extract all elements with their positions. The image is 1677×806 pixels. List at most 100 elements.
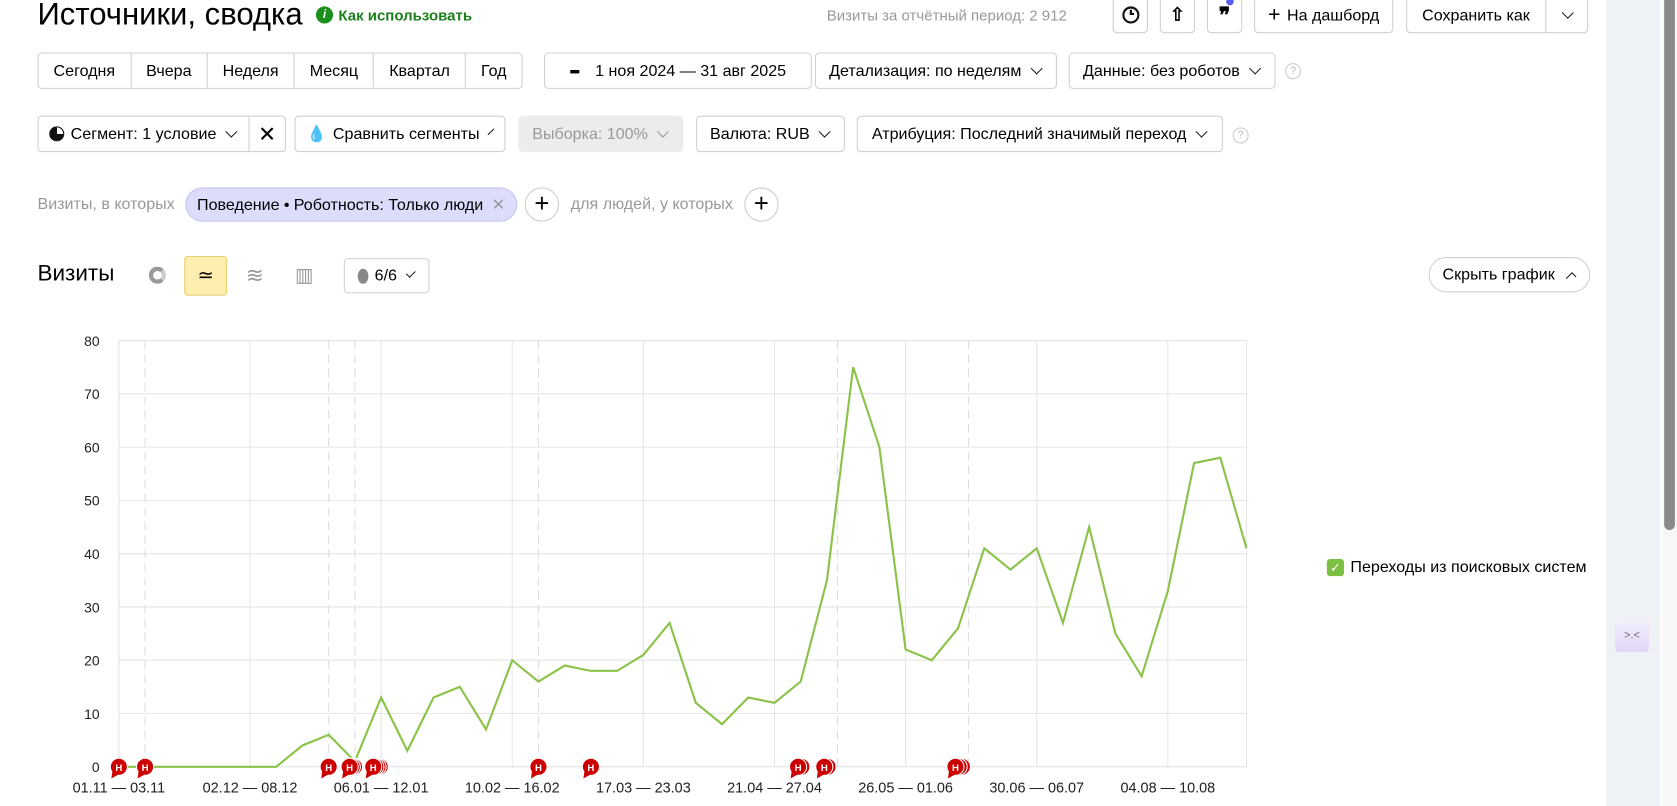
period-0[interactable]: Сегодня [39, 53, 132, 88]
scrollbar-thumb[interactable] [1664, 0, 1675, 531]
pie-icon [49, 126, 65, 142]
legend-label: Переходы из поисковых систем [1350, 557, 1587, 577]
info-icon: i [315, 6, 334, 24]
period-1[interactable]: Вчера [131, 53, 208, 88]
share-button[interactable]: ⇧ [1159, 0, 1196, 34]
period-selector: Сегодня Вчера Неделя Месяц Квартал Год [37, 52, 523, 89]
note-marker-label: Н [535, 763, 542, 774]
comment-icon [357, 268, 369, 284]
y-tick-label: 0 [92, 759, 100, 775]
data-filter-label: Данные: без роботов [1083, 61, 1240, 80]
line-chart-icon: ≃ [197, 264, 214, 286]
save-as-group: Сохранить как [1406, 0, 1588, 34]
x-tick-label: 10.02 — 16.02 [465, 780, 560, 796]
note-marker-label: Н [346, 763, 353, 774]
note-marker-label: Н [115, 763, 122, 774]
right-panel-strip [1606, 0, 1660, 806]
note-marker-label: Н [821, 763, 828, 774]
segment-dropdown[interactable]: Сегмент: 1 условие [39, 116, 250, 151]
plus-icon: + [1268, 2, 1281, 27]
save-as-button[interactable]: Сохранить как [1407, 0, 1546, 33]
detail-label: Детализация: по неделям [829, 61, 1022, 80]
share-icon: ⇧ [1169, 4, 1186, 25]
period-4[interactable]: Квартал [374, 53, 466, 88]
assistant-button[interactable]: >.< [1614, 617, 1650, 653]
visits-condition-label: Визиты, в которых [37, 194, 175, 214]
detail-dropdown[interactable]: Детализация: по неделям [814, 52, 1057, 89]
add-people-condition-button[interactable]: + [744, 187, 779, 222]
visits-total: Визиты за отчётный период: 2 912 [826, 6, 1067, 24]
how-to-use-link[interactable]: i Как использовать [315, 6, 473, 24]
x-tick-label: 02.12 — 08.12 [203, 780, 298, 796]
people-condition-label: для людей, у которых [570, 194, 733, 214]
y-tick-label: 40 [84, 546, 100, 562]
x-tick-label: 21.04 — 27.04 [727, 780, 822, 796]
y-tick-label: 80 [84, 333, 100, 349]
chip-text: Роботность: Только люди [293, 195, 484, 214]
clear-segment-button[interactable]: ✕ [250, 117, 285, 151]
currency-dropdown[interactable]: Валюта: RUB [696, 115, 845, 153]
period-5[interactable]: Год [466, 54, 522, 88]
how-to-use-label: Как использовать [338, 6, 473, 24]
view-bar-button[interactable]: ▥ [289, 259, 319, 291]
save-as-dropdown[interactable] [1546, 0, 1587, 32]
help-icon[interactable]: ? [1285, 63, 1302, 80]
sample-dropdown[interactable]: Выборка: 100% [518, 115, 684, 153]
chevron-down-icon [1248, 61, 1261, 75]
compare-label: Сравнить сегменты [332, 124, 480, 143]
attribution-label: Атрибуция: Последний значимый переход [871, 124, 1187, 143]
add-to-dashboard-button[interactable]: + На дашборд [1254, 0, 1394, 34]
note-marker-label: Н [795, 763, 802, 774]
segment-group: Сегмент: 1 условие ✕ [37, 115, 286, 153]
chevron-down-icon [1030, 61, 1043, 75]
note-marker-label: Н [370, 763, 377, 774]
sample-label: Выборка: 100% [532, 124, 648, 143]
chevron-down-icon [487, 127, 495, 135]
notes-dropdown[interactable]: 6/6 [343, 258, 430, 294]
scrollbar[interactable] [1662, 0, 1677, 806]
help-icon[interactable]: ? [1232, 127, 1249, 144]
visits-line-chart: 0 10 20 30 40 50 60 70 80 01.11 — 03.11 02.12 — 08… [73, 333, 1248, 796]
compare-segments-dropdown[interactable]: 💧 Сравнить сегменты [294, 115, 506, 153]
x-tick-label: 17.03 — 23.03 [596, 780, 691, 796]
add-visit-condition-button[interactable]: + [524, 187, 560, 222]
history-button[interactable] [1112, 0, 1149, 34]
y-tick-label: 60 [84, 439, 100, 455]
view-pie-button[interactable] [142, 259, 172, 291]
chip-separator: • [283, 195, 290, 214]
note-marker-label: Н [952, 763, 959, 774]
page-title: Источники, сводка [37, 0, 303, 33]
chip-remove-icon[interactable]: ✕ [492, 195, 505, 214]
checkbox-checked-icon[interactable]: ✓ [1326, 558, 1344, 576]
period-2[interactable]: Неделя [208, 53, 295, 88]
period-3[interactable]: Месяц [295, 53, 375, 88]
view-line-button[interactable]: ≃ [184, 255, 228, 296]
segment-label: Сегмент: 1 условие [70, 124, 217, 143]
clock-icon [1121, 6, 1139, 24]
hide-chart-button[interactable]: Скрыть график [1428, 257, 1591, 293]
face-icon: >.< [1624, 629, 1640, 641]
date-range-picker[interactable]: ▪▪▪ 1 ноя 2024 — 31 авг 2025 [544, 52, 812, 89]
feedback-button[interactable]: ❞ [1206, 0, 1243, 34]
y-tick-label: 10 [84, 706, 100, 722]
view-area-button[interactable]: ≋ [240, 259, 270, 291]
drops-icon: 💧 [306, 125, 327, 144]
pie-chart-icon [148, 266, 166, 284]
y-tick-label: 30 [84, 599, 100, 615]
area-chart-icon: ≋ [245, 263, 264, 288]
data-filter-dropdown[interactable]: Данные: без роботов [1068, 52, 1276, 89]
segment-chip[interactable]: Поведение • Роботность: Только люди ✕ [185, 187, 518, 222]
y-tick-label: 20 [84, 653, 100, 669]
date-range-label: 1 ноя 2024 — 31 авг 2025 [595, 61, 787, 80]
note-marker-label: Н [142, 763, 149, 774]
hide-chart-label: Скрыть график [1442, 265, 1555, 284]
chip-group: Поведение [197, 195, 280, 214]
notes-count: 6/6 [374, 266, 397, 285]
chevron-down-icon [405, 268, 416, 279]
chevron-down-icon [818, 125, 831, 138]
x-tick-label: 04.08 — 10.08 [1120, 780, 1215, 796]
chart-title: Визиты [37, 261, 115, 286]
attribution-dropdown[interactable]: Атрибуция: Последний значимый переход [856, 115, 1223, 153]
y-tick-label: 50 [84, 493, 100, 509]
legend-item[interactable]: ✓ Переходы из поисковых систем [1326, 557, 1587, 577]
